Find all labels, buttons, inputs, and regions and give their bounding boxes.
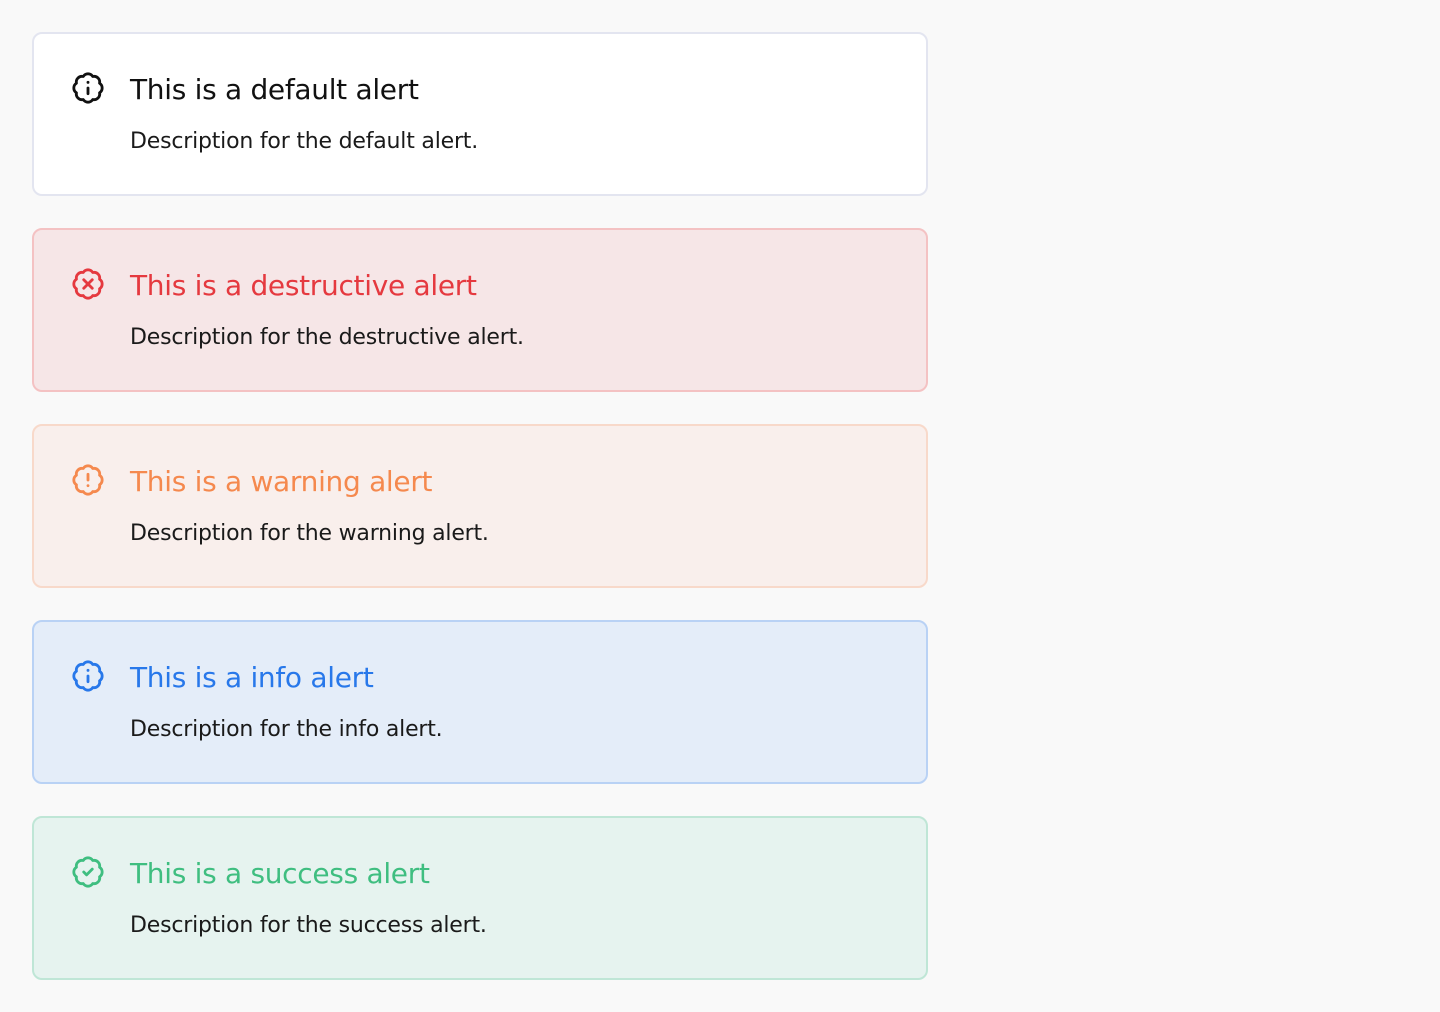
- info-badge-icon: [71, 71, 105, 105]
- alert-badge-icon: [71, 463, 105, 497]
- check-badge-icon: [71, 855, 105, 889]
- alert-title: This is a success alert: [130, 857, 430, 890]
- alert-list: This is a default alert Description for …: [32, 32, 928, 980]
- alert-title: This is a destructive alert: [130, 269, 477, 302]
- alert-title: This is a warning alert: [130, 465, 433, 498]
- alert-destructive: This is a destructive alert Description …: [32, 228, 928, 392]
- alert-warning: This is a warning alert Description for …: [32, 424, 928, 588]
- alert-description: Description for the default alert.: [130, 129, 479, 154]
- alert-info: This is a info alert Description for the…: [32, 620, 928, 784]
- alert-description: Description for the destructive alert.: [130, 325, 524, 350]
- alert-title: This is a default alert: [130, 73, 419, 106]
- alert-success: This is a success alert Description for …: [32, 816, 928, 980]
- info-badge-icon: [71, 659, 105, 693]
- x-badge-icon: [71, 267, 105, 301]
- alert-description: Description for the warning alert.: [130, 521, 489, 546]
- alert-title: This is a info alert: [130, 661, 374, 694]
- alert-description: Description for the success alert.: [130, 913, 487, 938]
- alert-description: Description for the info alert.: [130, 717, 443, 742]
- alert-default: This is a default alert Description for …: [32, 32, 928, 196]
